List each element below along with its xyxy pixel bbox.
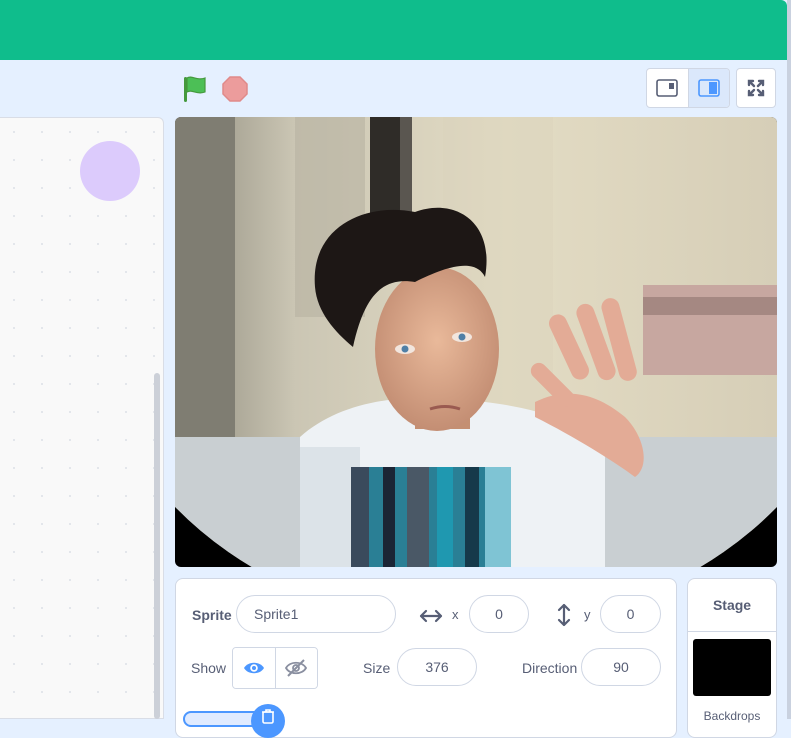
camera-feed [175, 117, 777, 567]
fullscreen-icon [747, 79, 765, 97]
show-visible-button[interactable] [233, 648, 276, 688]
size-label: Size [363, 660, 391, 676]
green-flag-button[interactable] [180, 74, 210, 104]
y-label: y [584, 607, 591, 622]
glitch-artifact [351, 467, 511, 567]
direction-label: Direction [522, 660, 578, 676]
show-hidden-button[interactable] [275, 648, 317, 688]
small-stage-button[interactable] [647, 69, 688, 107]
stage-canvas [175, 117, 777, 567]
x-label: x [452, 607, 459, 622]
delete-sprite-button[interactable] [251, 704, 285, 738]
small-stage-icon [656, 79, 679, 97]
fullscreen-button[interactable] [736, 68, 776, 108]
code-area[interactable] [0, 117, 164, 719]
stage-selector-panel[interactable]: Stage Backdrops [687, 578, 777, 738]
x-input[interactable]: 0 [469, 595, 529, 633]
normal-stage-icon [697, 79, 720, 97]
menu-bar [0, 0, 787, 60]
window-edge [787, 0, 791, 719]
eye-slash-icon [285, 659, 308, 677]
show-label: Show [191, 660, 227, 676]
backdrop-thumbnail[interactable] [693, 639, 771, 696]
visibility-toggle [232, 647, 318, 689]
stage-size-toggle [646, 68, 730, 108]
sprite-name-input[interactable]: Sprite1 [236, 595, 396, 633]
normal-stage-button[interactable] [687, 69, 729, 107]
size-input[interactable]: 376 [397, 648, 477, 686]
sprite-label: Sprite [192, 607, 232, 623]
y-input[interactable]: 0 [600, 595, 661, 633]
stop-icon [222, 76, 248, 102]
code-area-scrollbar[interactable] [154, 373, 160, 719]
backdrops-label: Backdrops [703, 709, 761, 723]
stop-button[interactable] [221, 75, 249, 103]
direction-input[interactable]: 90 [581, 648, 661, 686]
y-arrows-icon [557, 603, 571, 627]
trash-icon [262, 709, 274, 724]
extension-category-dot[interactable] [80, 141, 140, 201]
stage-title: Stage [688, 579, 776, 632]
stage[interactable] [175, 117, 777, 567]
x-arrows-icon [419, 609, 443, 623]
eye-icon [243, 662, 264, 674]
green-flag-icon [184, 76, 206, 102]
